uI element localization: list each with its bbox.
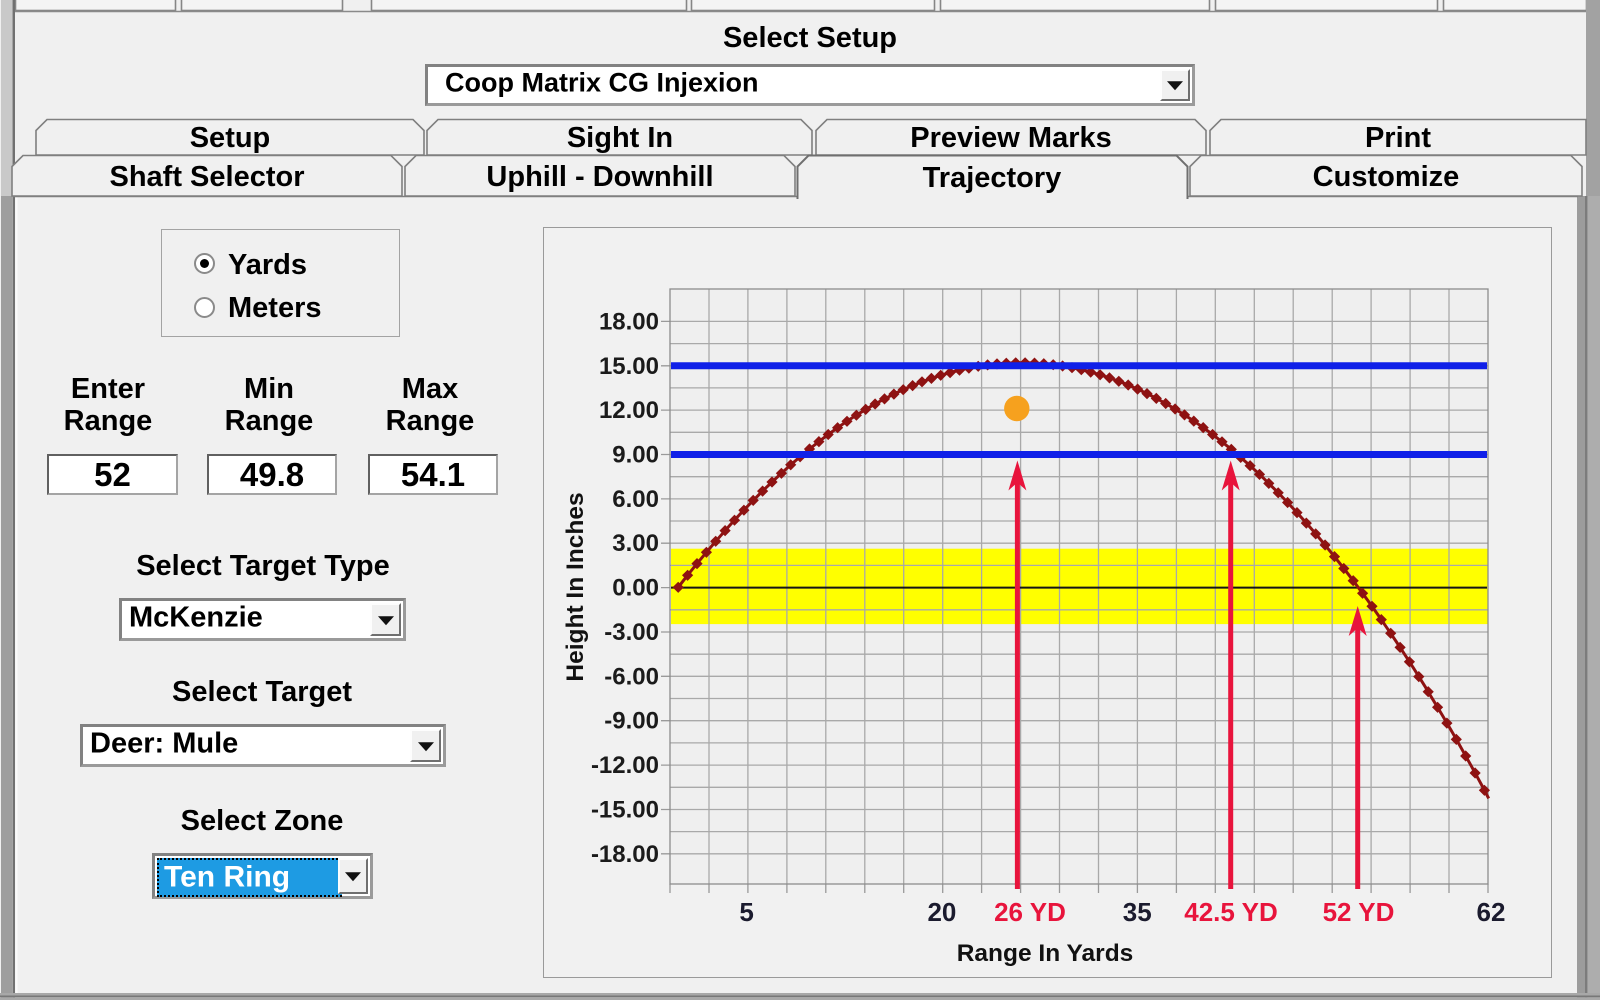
svg-text:Trajectory: Trajectory: [923, 162, 1062, 194]
svg-text:Sight In: Sight In: [567, 122, 673, 154]
svg-text:-3.00: -3.00: [604, 619, 659, 646]
svg-text:35: 35: [1123, 897, 1152, 927]
svg-text:-9.00: -9.00: [604, 708, 659, 735]
svg-text:18.00: 18.00: [599, 308, 659, 335]
svg-text:-15.00: -15.00: [591, 797, 659, 824]
svg-text:15.00: 15.00: [599, 353, 659, 380]
svg-text:Range In Yards: Range In Yards: [957, 940, 1134, 967]
svg-text:-6.00: -6.00: [604, 663, 659, 690]
svg-text:62: 62: [1477, 897, 1506, 927]
svg-text:5: 5: [739, 897, 753, 927]
svg-text:42.5 YD: 42.5 YD: [1184, 897, 1277, 927]
svg-text:-18.00: -18.00: [591, 841, 659, 868]
svg-text:0.00: 0.00: [612, 575, 659, 602]
svg-text:52 YD: 52 YD: [1323, 897, 1395, 927]
svg-text:20: 20: [927, 897, 956, 927]
svg-text:Print: Print: [1365, 122, 1431, 154]
svg-text:Setup: Setup: [190, 122, 271, 154]
svg-text:6.00: 6.00: [612, 486, 659, 513]
svg-text:Height In Inches: Height In Inches: [562, 492, 589, 681]
svg-text:3.00: 3.00: [612, 530, 659, 557]
svg-text:12.00: 12.00: [599, 397, 659, 424]
svg-text:26 YD: 26 YD: [994, 897, 1066, 927]
svg-text:-12.00: -12.00: [591, 752, 659, 779]
svg-text:9.00: 9.00: [612, 442, 659, 469]
svg-text:Preview Marks: Preview Marks: [910, 122, 1112, 154]
svg-text:Customize: Customize: [1313, 161, 1460, 193]
svg-text:Uphill - Downhill: Uphill - Downhill: [486, 161, 713, 193]
svg-text:Shaft Selector: Shaft Selector: [110, 161, 305, 193]
